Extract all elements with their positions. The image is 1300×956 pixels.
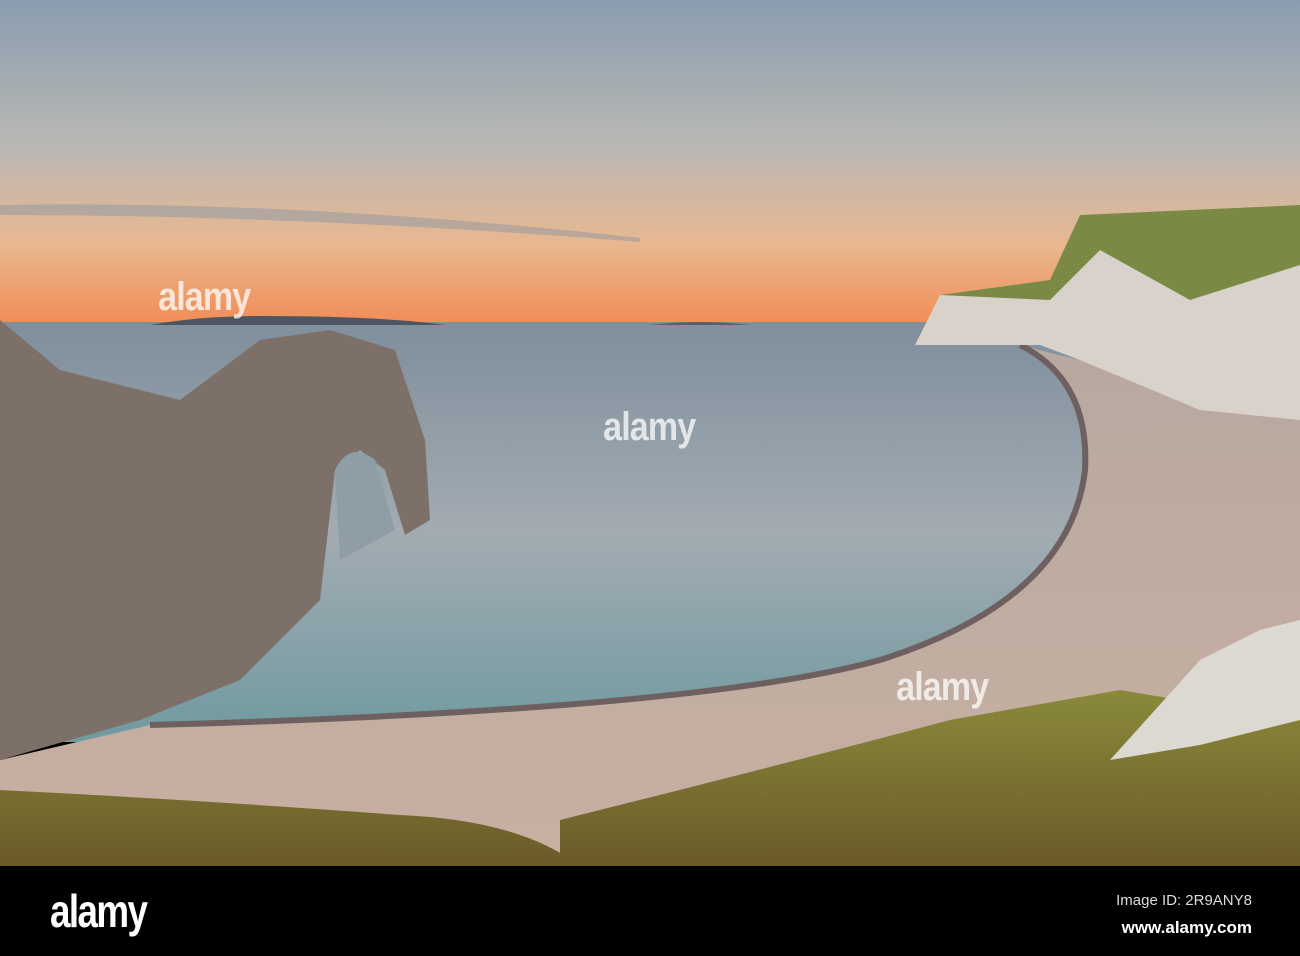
footer-bar: alamy Image ID: 2R9ANY8 www.alamy.com bbox=[0, 866, 1300, 956]
watermark: alamy bbox=[603, 405, 696, 449]
watermark: alamy bbox=[158, 275, 251, 319]
image-id: Image ID: 2R9ANY8 bbox=[1116, 892, 1252, 909]
site-url: www.alamy.com bbox=[1121, 918, 1252, 937]
alamy-logo: alamy bbox=[50, 885, 148, 937]
watermark: alamy bbox=[896, 665, 989, 709]
